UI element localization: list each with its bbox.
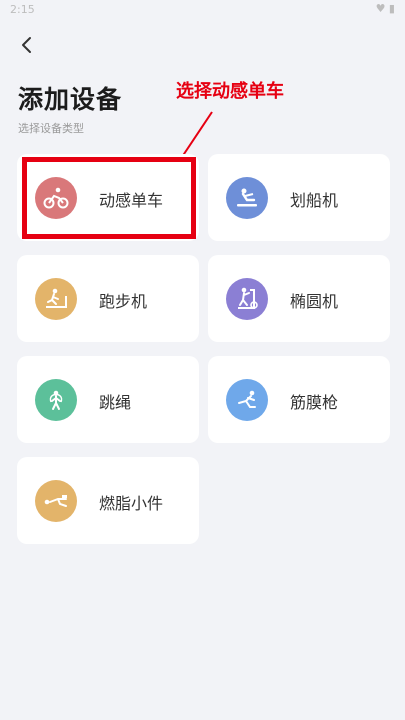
device-card-massage-gun[interactable]: 筋膜枪 <box>208 356 390 443</box>
chevron-left-icon <box>22 37 31 53</box>
status-icons: ♥ ▮ <box>375 2 395 15</box>
status-time: 2:15 <box>10 3 35 16</box>
device-card-jump-rope[interactable]: 跳绳 <box>17 356 199 443</box>
device-card-fat-burning-accessories[interactable]: 燃脂小件 <box>17 457 199 544</box>
device-label: 划船机 <box>290 191 339 210</box>
page-title: 添加设备 <box>18 85 123 114</box>
back-button[interactable] <box>14 32 40 58</box>
device-card-elliptical[interactable]: 椭圆机 <box>208 255 390 342</box>
jump-rope-icon <box>35 379 77 421</box>
device-card-treadmill[interactable]: 跑步机 <box>17 255 199 342</box>
fat-burning-icon <box>35 480 77 522</box>
treadmill-icon <box>35 278 77 320</box>
elliptical-icon <box>226 278 268 320</box>
rowing-icon <box>226 177 268 219</box>
status-bar: 2:15 ♥ ▮ <box>0 0 405 20</box>
annotation-text: 选择动感单车 <box>176 81 284 102</box>
device-card-rowing-machine[interactable]: 划船机 <box>208 154 390 241</box>
massage-gun-icon <box>226 379 268 421</box>
device-label: 跑步机 <box>99 292 148 311</box>
device-label: 动感单车 <box>99 191 164 210</box>
device-card-spin-bike[interactable]: 动感单车 <box>17 154 199 241</box>
device-label: 燃脂小件 <box>99 494 164 513</box>
bike-icon <box>35 177 77 219</box>
page-subtitle: 选择设备类型 <box>18 122 84 135</box>
device-label: 跳绳 <box>99 393 132 412</box>
device-label: 筋膜枪 <box>290 393 339 412</box>
device-label: 椭圆机 <box>290 292 339 311</box>
